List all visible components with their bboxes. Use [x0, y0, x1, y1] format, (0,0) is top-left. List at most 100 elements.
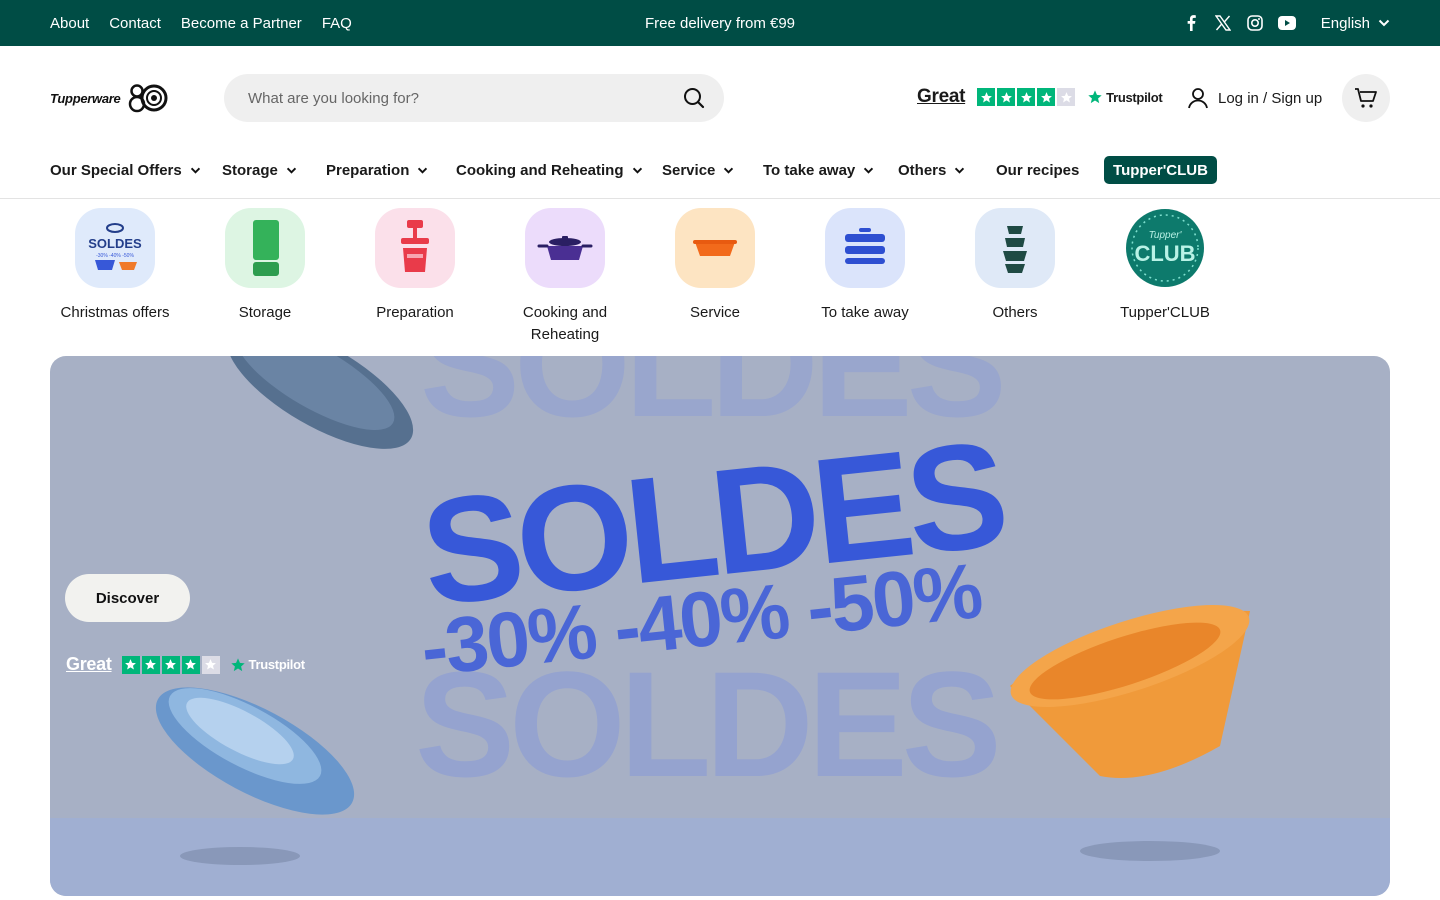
- about-link[interactable]: About: [50, 15, 89, 32]
- login-signup-link[interactable]: Log in / Sign up: [1186, 86, 1322, 110]
- category-service[interactable]: Service: [650, 208, 780, 324]
- nav-label: Our recipes: [996, 161, 1080, 179]
- chevron-down-icon: [190, 167, 200, 174]
- nav-label: Cooking and Reheating: [456, 161, 624, 179]
- nav-our-recipes[interactable]: Our recipes: [996, 160, 1079, 180]
- language-label: English: [1320, 14, 1370, 32]
- search-input[interactable]: [248, 89, 678, 107]
- chevron-down-icon: [632, 167, 642, 174]
- category-label: Christmas offers: [60, 304, 170, 321]
- blue-collapsible-bowl-illustration: [155, 687, 355, 815]
- top-bar: About Contact Become a Partner FAQ Free …: [0, 0, 1440, 46]
- category-cooking-reheating[interactable]: Cooking and Reheating: [500, 208, 630, 346]
- nav-label: To take away: [763, 161, 856, 179]
- category-label: Others: [992, 304, 1038, 321]
- faq-link[interactable]: FAQ: [322, 15, 352, 32]
- blender-icon: [375, 208, 455, 288]
- main-navigation: Our Special Offers Storage Preparation C…: [0, 150, 1440, 199]
- cooking-pot-icon: [525, 208, 605, 288]
- soldes-badge-percents: -30% -40% -50%: [96, 253, 134, 259]
- nav-others[interactable]: Others: [898, 160, 965, 180]
- star-icon: [997, 88, 1016, 106]
- facebook-icon[interactable]: [1175, 0, 1207, 46]
- nav-label: Our Special Offers: [50, 161, 182, 179]
- soldes-badge-label: SOLDES: [88, 236, 142, 251]
- top-links: About Contact Become a Partner FAQ: [50, 0, 352, 46]
- star-icon: [1017, 88, 1036, 106]
- chevron-down-icon: [1378, 19, 1390, 27]
- nav-storage[interactable]: Storage: [222, 160, 297, 180]
- stacked-bowls-icon: [975, 208, 1055, 288]
- trustpilot-star-icon: [1088, 90, 1102, 104]
- discover-button[interactable]: Discover: [65, 574, 190, 622]
- youtube-icon[interactable]: [1271, 0, 1303, 46]
- category-christmas-offers[interactable]: SOLDES -30% -40% -50% Christmas offers: [50, 208, 180, 324]
- search-bar: [224, 74, 724, 122]
- orange-collapsible-bowl-illustration: [1010, 605, 1250, 778]
- category-others[interactable]: Others: [950, 208, 1080, 324]
- search-icon[interactable]: [678, 82, 710, 114]
- category-label: Storage: [238, 304, 292, 321]
- site-header: Tupperware Great Trustpilot Log: [0, 46, 1440, 150]
- nav-label: Others: [898, 161, 947, 179]
- chevron-down-icon: [864, 167, 874, 174]
- star-icon: [977, 88, 996, 106]
- category-label: Preparation: [376, 304, 454, 321]
- trustpilot-hero-widget[interactable]: Great Trustpilot: [66, 654, 305, 675]
- nav-special-offers[interactable]: Our Special Offers: [50, 160, 201, 180]
- category-take-away[interactable]: To take away: [800, 208, 930, 324]
- cart-icon: [1355, 88, 1377, 108]
- star-empty-icon: [201, 655, 220, 674]
- club-badge-main: CLUB: [1134, 241, 1195, 266]
- chevron-down-icon: [286, 167, 296, 174]
- category-label: Tupper'CLUB: [1120, 304, 1210, 321]
- category-storage[interactable]: Storage: [200, 208, 330, 324]
- instagram-icon[interactable]: [1239, 0, 1271, 46]
- trustpilot-star-icon: [230, 657, 245, 671]
- user-icon: [1188, 88, 1208, 109]
- become-partner-link[interactable]: Become a Partner: [181, 15, 302, 32]
- star-icon: [181, 655, 200, 674]
- cart-button[interactable]: [1342, 74, 1390, 122]
- nav-service[interactable]: Service: [662, 160, 734, 180]
- chevron-down-icon: [418, 167, 428, 174]
- tupper-club-badge-icon: Tupper' CLUB: [1125, 208, 1205, 288]
- logo-wordmark: Tupperware: [50, 90, 121, 106]
- trustpilot-brand-label: Trustpilot: [248, 657, 306, 672]
- trustpilot-brand-label: Trustpilot: [1106, 89, 1163, 105]
- category-label: Cooking and Reheating: [522, 304, 608, 343]
- contact-link[interactable]: Contact: [109, 15, 161, 32]
- category-preparation[interactable]: Preparation: [350, 208, 480, 324]
- club-badge-top: Tupper': [1149, 230, 1183, 241]
- category-tupper-club[interactable]: Tupper' CLUB Tupper'CLUB: [1100, 208, 1230, 324]
- serving-bowl-icon: [675, 208, 755, 288]
- language-selector[interactable]: English: [1321, 15, 1390, 32]
- nav-cooking-reheating[interactable]: Cooking and Reheating: [456, 160, 643, 180]
- category-label: To take away: [821, 304, 909, 321]
- 80-years-emblem-icon: [129, 84, 168, 113]
- star-icon: [141, 655, 160, 674]
- trustpilot-stars: [977, 88, 1076, 106]
- nav-tupper-club-button[interactable]: Tupper'CLUB: [1104, 156, 1217, 184]
- nav-take-away[interactable]: To take away: [763, 160, 874, 180]
- star-empty-icon: [1057, 88, 1076, 106]
- lunch-box-icon: [825, 208, 905, 288]
- nav-preparation[interactable]: Preparation: [326, 160, 428, 180]
- hero-banner: SOLDES SOLDES SOLDES -30% -40% -50% Disc…: [50, 356, 1390, 896]
- trustpilot-brand: Trustpilot: [1087, 89, 1163, 105]
- tupperware-logo[interactable]: Tupperware: [50, 82, 168, 114]
- star-icon: [161, 655, 180, 674]
- storage-container-icon: [225, 208, 305, 288]
- star-icon: [1037, 88, 1056, 106]
- chevron-down-icon: [724, 167, 734, 174]
- trustpilot-rating-word: Great: [917, 86, 966, 107]
- trustpilot-header-widget[interactable]: Great Trustpilot: [917, 86, 1163, 108]
- chevron-down-icon: [955, 167, 965, 174]
- trustpilot-rating-word: Great: [66, 654, 112, 674]
- soldes-badge-icon: SOLDES -30% -40% -50%: [75, 208, 155, 288]
- star-icon: [121, 655, 140, 674]
- nav-label: Service: [662, 161, 716, 179]
- category-label: Service: [689, 304, 741, 321]
- x-twitter-icon[interactable]: [1207, 0, 1239, 46]
- nav-label: Preparation: [326, 161, 410, 179]
